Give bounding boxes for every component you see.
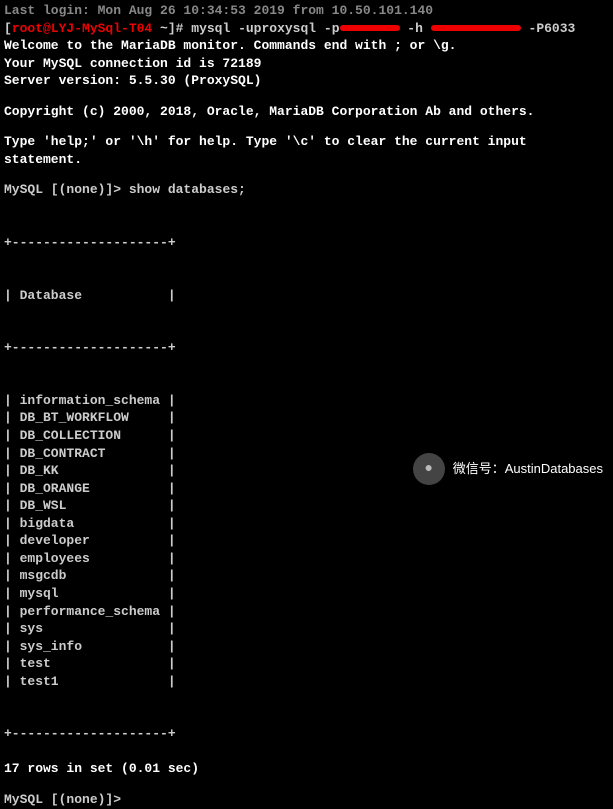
- watermark-text: 微信号：AustinDatabases: [453, 460, 603, 478]
- watermark: ● 微信号：AustinDatabases: [413, 453, 603, 485]
- prompt-open: [: [4, 21, 12, 36]
- shell-command-part2: -h: [400, 21, 431, 36]
- table-border-mid: +--------------------+: [4, 339, 609, 357]
- watermark-label: 微信号：: [453, 461, 505, 476]
- copyright-line: Copyright (c) 2000, 2018, Oracle, MariaD…: [4, 103, 609, 121]
- redacted-password: [340, 25, 400, 31]
- table-header: | Database |: [4, 287, 609, 305]
- mysql-prompt-label: MySQL [(none)]>: [4, 182, 129, 197]
- table-border-top: +--------------------+: [4, 234, 609, 252]
- table-row: | DB_COLLECTION |: [4, 427, 609, 445]
- result-summary: 17 rows in set (0.01 sec): [4, 760, 609, 778]
- prompt-path: ~: [152, 21, 168, 36]
- table-row: | performance_schema |: [4, 603, 609, 621]
- table-row: | developer |: [4, 532, 609, 550]
- shell-command-part3: -P6033: [521, 21, 576, 36]
- table-row: | information_schema |: [4, 392, 609, 410]
- shell-command-part1: mysql -uproxysql -p: [191, 21, 339, 36]
- shell-prompt-line: [root@LYJ-MySql-T04 ~]# mysql -uproxysql…: [4, 20, 609, 38]
- table-row: | DB_BT_WORKFLOW |: [4, 409, 609, 427]
- table-row: | test1 |: [4, 673, 609, 691]
- wechat-icon: ●: [413, 453, 445, 485]
- mysql-cursor-line[interactable]: MySQL [(none)]>: [4, 791, 609, 809]
- prompt-user-host: root@LYJ-MySql-T04: [12, 21, 152, 36]
- table-row: | test |: [4, 655, 609, 673]
- welcome-line-2: Your MySQL connection id is 72189: [4, 55, 609, 73]
- redacted-host: [431, 25, 521, 31]
- table-border-bottom: +--------------------+: [4, 725, 609, 743]
- help-line: Type 'help;' or '\h' for help. Type '\c'…: [4, 133, 609, 168]
- mysql-command: show databases;: [129, 182, 246, 197]
- watermark-value: AustinDatabases: [505, 461, 603, 476]
- last-login-line: Last login: Mon Aug 26 10:34:53 2019 fro…: [4, 2, 609, 20]
- welcome-line-1: Welcome to the MariaDB monitor. Commands…: [4, 37, 609, 55]
- table-row: | mysql |: [4, 585, 609, 603]
- prompt-close: ]#: [168, 21, 191, 36]
- welcome-line-3: Server version: 5.5.30 (ProxySQL): [4, 72, 609, 90]
- table-row: | sys |: [4, 620, 609, 638]
- table-row: | employees |: [4, 550, 609, 568]
- table-row: | sys_info |: [4, 638, 609, 656]
- table-row: | bigdata |: [4, 515, 609, 533]
- mysql-prompt-line[interactable]: MySQL [(none)]> show databases;: [4, 181, 609, 199]
- table-row: | msgcdb |: [4, 567, 609, 585]
- mysql-prompt-cursor: MySQL [(none)]>: [4, 792, 121, 807]
- table-row: | DB_WSL |: [4, 497, 609, 515]
